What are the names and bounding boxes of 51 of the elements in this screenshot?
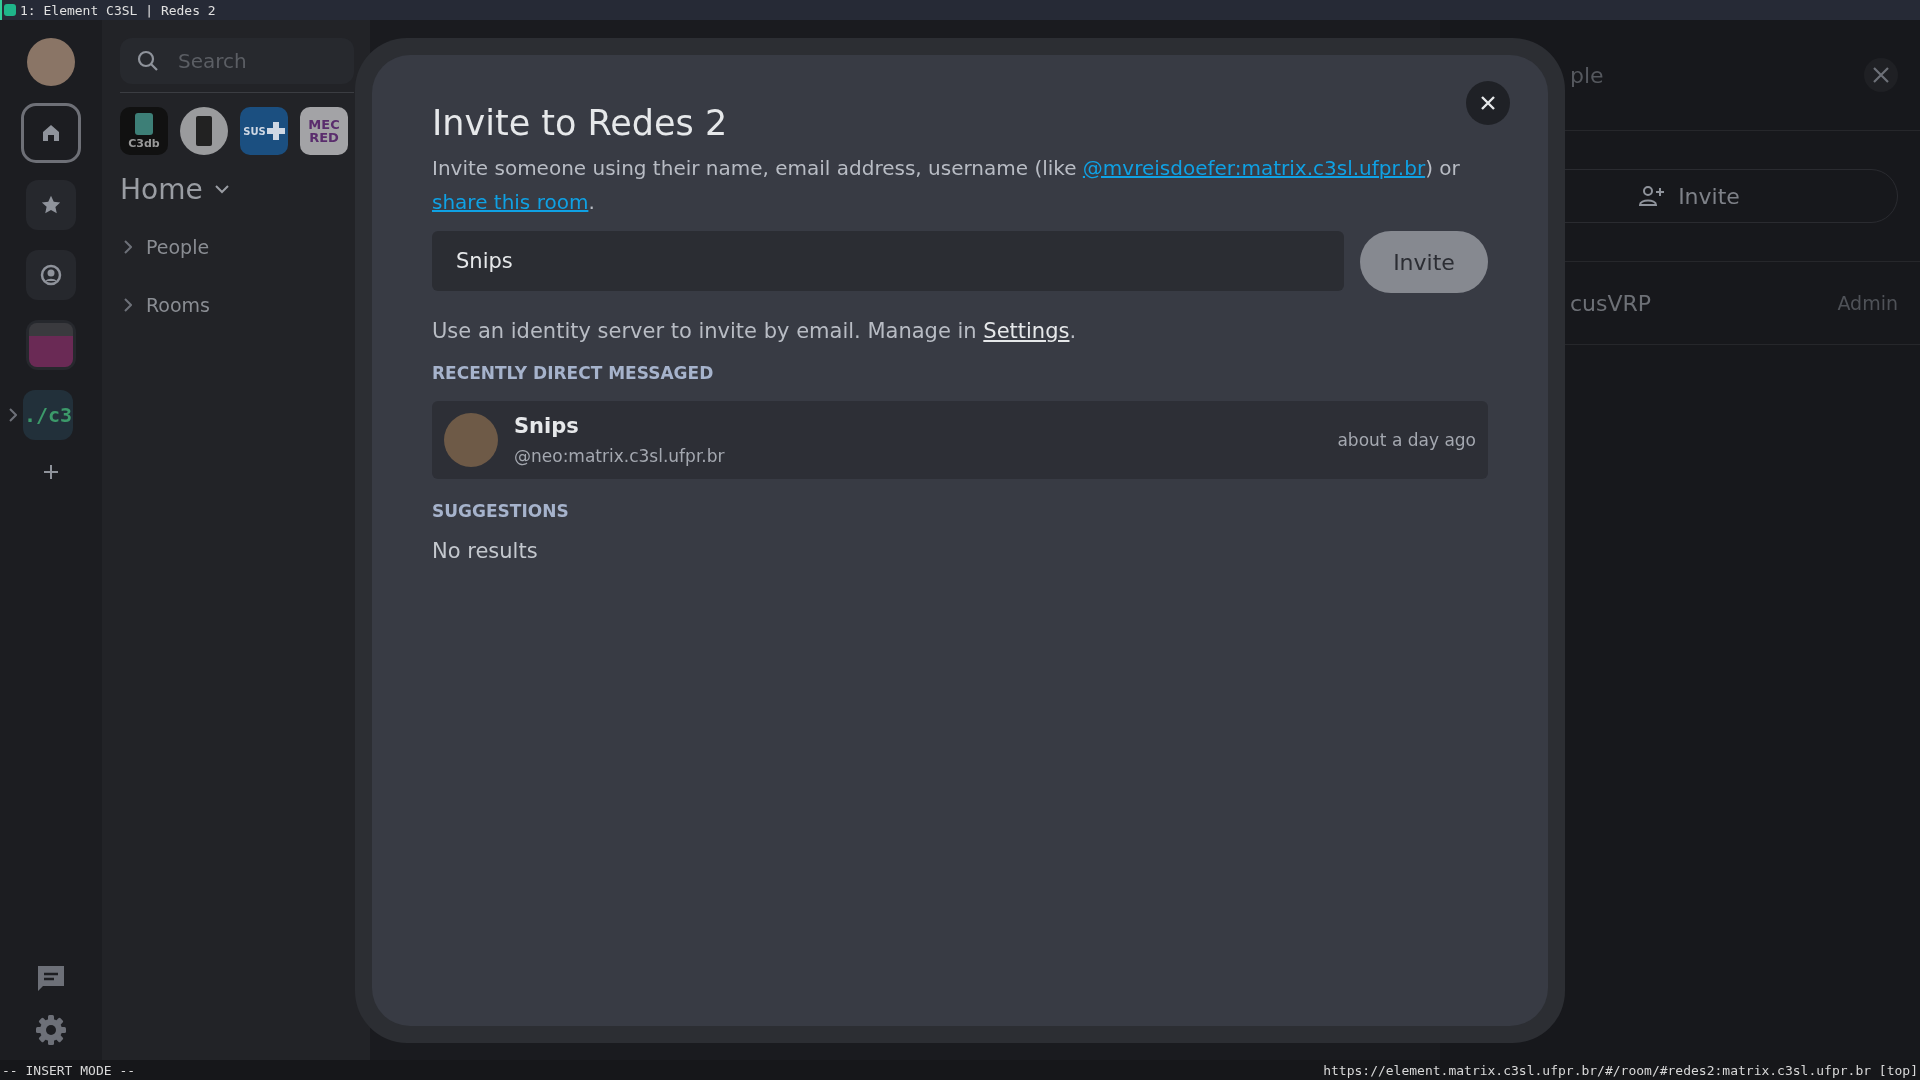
favourites-button[interactable]: [26, 180, 76, 230]
user-avatar[interactable]: [27, 38, 75, 86]
dialog-description: Invite someone using their name, email address, username (like @mvreisdoefer:matrix.c3sl.ufpr.br) or share this room.: [432, 155, 1461, 216]
chevron-right-icon[interactable]: [124, 240, 132, 254]
chevron-right-icon[interactable]: [124, 298, 132, 312]
star-icon: [40, 194, 62, 216]
mode-indicator: -- INSERT MODE --: [2, 1062, 136, 1078]
empty-results-text: No results: [432, 539, 539, 563]
cross-icon: [266, 122, 285, 140]
home-heading[interactable]: Home: [120, 173, 203, 206]
server-icon[interactable]: [180, 107, 228, 155]
close-icon: [1480, 95, 1496, 111]
home-icon: [40, 122, 62, 144]
home-button[interactable]: [24, 106, 78, 160]
user-avatar: [444, 413, 498, 467]
close-button[interactable]: [1466, 81, 1510, 125]
space-logo[interactable]: MEC RED: [300, 107, 348, 155]
plus-icon: [43, 464, 59, 480]
chevron-down-icon[interactable]: [214, 185, 229, 194]
close-icon: [1872, 66, 1890, 84]
member-name[interactable]: cusVRP: [1570, 290, 1652, 316]
last-message-time: about a day ago: [1337, 430, 1476, 450]
user-result-row[interactable]: Snips @neo:matrix.c3sl.ufpr.br about a day ago: [432, 401, 1488, 479]
chat-icon[interactable]: [36, 964, 66, 994]
dialog-title: Invite to Redes 2: [432, 103, 729, 143]
window-title: 1: Element C3SL | Redes 2: [20, 2, 216, 18]
search-icon: [136, 49, 160, 73]
settings-link[interactable]: Settings: [983, 319, 1070, 343]
status-url: https://element.matrix.c3sl.ufpr.br/#/room/#redes2:matrix.c3sl.ufpr.br [top]: [1323, 1062, 1918, 1078]
section-heading: SUGGESTIONS: [432, 501, 570, 521]
section-label[interactable]: People: [146, 236, 210, 258]
space-logo[interactable]: C3db: [120, 107, 168, 155]
member-role: Admin: [1837, 292, 1898, 314]
people-button[interactable]: [26, 250, 76, 300]
share-room-link[interactable]: share this room: [432, 190, 589, 214]
add-person-icon: [1638, 185, 1667, 207]
invite-button[interactable]: Invite: [1360, 231, 1488, 293]
section-label[interactable]: Rooms: [146, 294, 210, 316]
invite-input-field[interactable]: Snips: [432, 231, 1344, 291]
space-logo[interactable]: SUS: [240, 107, 288, 155]
section-heading: RECENTLY DIRECT MESSAGED: [432, 363, 715, 383]
user-id-link[interactable]: @mvreisdoefer:matrix.c3sl.ufpr.br: [1082, 156, 1426, 180]
user-name: Snips: [514, 414, 580, 438]
app-logo-icon: [4, 4, 16, 16]
panel-title: ple: [1570, 62, 1604, 88]
chevron-right-icon[interactable]: [9, 408, 17, 422]
person-icon: [39, 263, 63, 287]
space-button[interactable]: ./c3: [23, 390, 73, 440]
settings-icon[interactable]: [35, 1014, 67, 1046]
user-id: @neo:matrix.c3sl.ufpr.br: [514, 446, 726, 466]
identity-server-notice: Use an identity server to invite by email. Manage in Settings.: [432, 319, 1078, 343]
